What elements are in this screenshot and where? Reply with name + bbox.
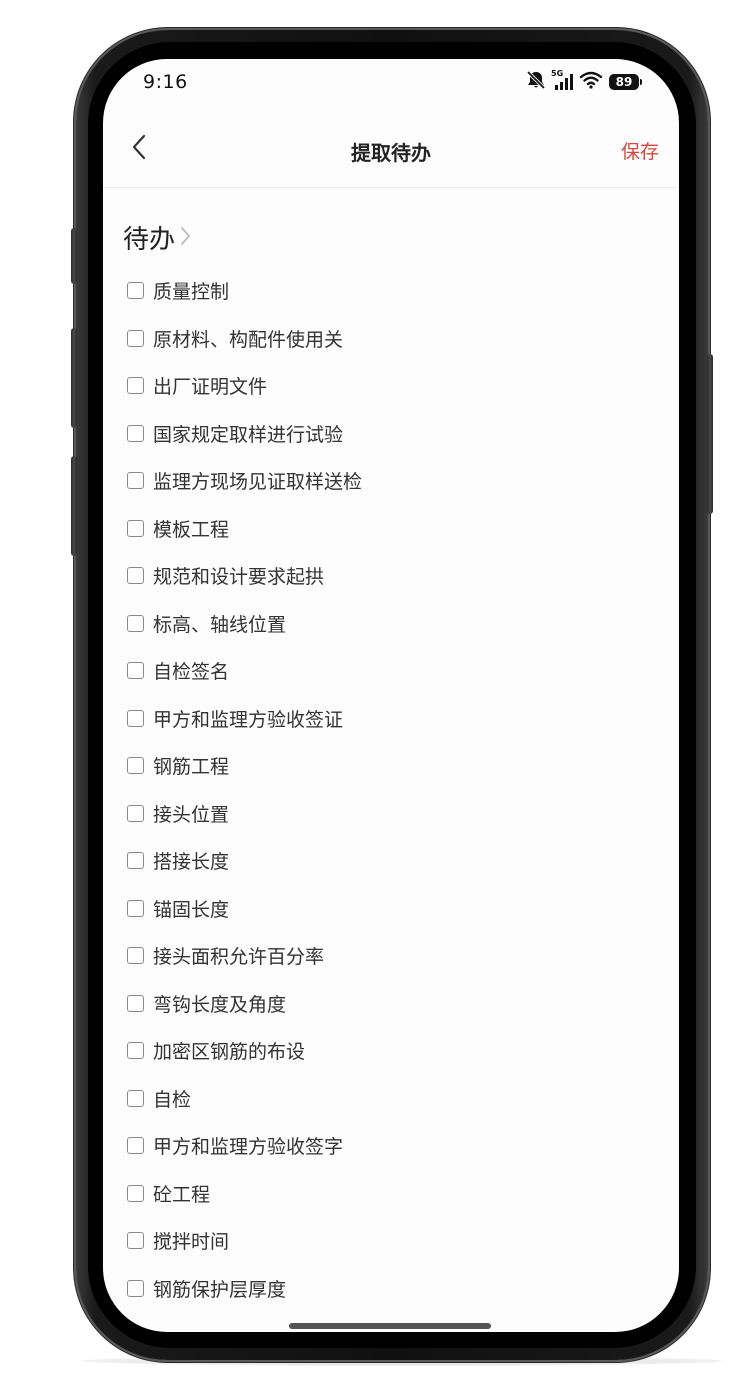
checkbox[interactable] [127, 1042, 144, 1060]
todo-label: 标高、轴线位置 [153, 613, 287, 636]
todo-label: 质量控制 [153, 281, 230, 304]
todo-label: 国家规定取样进行试验 [153, 423, 344, 446]
power-button [707, 354, 713, 514]
checkbox[interactable] [127, 1232, 144, 1250]
todo-label: 规范和设计要求起拱 [153, 566, 325, 589]
checkbox[interactable] [127, 329, 144, 347]
todo-label: 出厂证明文件 [153, 376, 268, 399]
battery-level: 89 [615, 75, 633, 89]
list-item[interactable]: 接头位置 [127, 790, 647, 838]
todo-label: 甲方和监理方验收签字 [153, 1136, 344, 1159]
checkbox[interactable] [127, 377, 144, 395]
device-mockup: 9:16 5G 89 提取待办 保存 待办 质量控制 原材料、构配件使用关 出厂… [0, 0, 754, 1383]
list-item[interactable]: 接头面积允许百分率 [127, 932, 647, 980]
checkbox[interactable] [127, 614, 144, 632]
checkbox[interactable] [127, 709, 144, 727]
checkbox[interactable] [127, 1137, 144, 1155]
list-item[interactable]: 弯钩长度及角度 [127, 980, 647, 1028]
list-item[interactable]: 自检签名 [127, 647, 647, 695]
todo-label: 自检 [153, 1088, 192, 1111]
volume-up-button [71, 328, 77, 428]
list-item[interactable]: 钢筋保护层厚度 [127, 1265, 647, 1313]
todo-label: 钢筋保护层厚度 [153, 1278, 287, 1301]
list-item[interactable]: 质量控制 [127, 267, 647, 315]
checkbox[interactable] [127, 472, 144, 490]
home-indicator[interactable] [289, 1323, 491, 1329]
list-item[interactable]: 锚固长度 [127, 885, 647, 933]
list-item[interactable]: 出厂证明文件 [127, 362, 647, 410]
list-item[interactable]: 原材料、构配件使用关 [127, 315, 647, 363]
todo-label: 砼工程 [153, 1183, 211, 1206]
save-button[interactable]: 保存 [621, 137, 659, 164]
todo-label: 搅拌时间 [153, 1231, 230, 1254]
list-item[interactable]: 标高、轴线位置 [127, 600, 647, 648]
nav-bar: 提取待办 保存 [103, 119, 679, 188]
todo-label: 接头面积允许百分率 [153, 946, 325, 969]
todo-label: 接头位置 [153, 803, 230, 826]
section-title: 待办 [123, 225, 176, 255]
wifi-icon [579, 70, 603, 94]
list-item[interactable]: 规范和设计要求起拱 [127, 552, 647, 600]
list-item[interactable]: 搅拌时间 [127, 1217, 647, 1265]
todo-label: 加密区钢筋的布设 [153, 1041, 306, 1064]
todo-list: 质量控制 原材料、构配件使用关 出厂证明文件 国家规定取样进行试验 监理方现场见… [127, 267, 647, 1312]
checkbox[interactable] [127, 662, 144, 680]
todo-label: 监理方现场见证取样送检 [153, 471, 363, 494]
checkbox[interactable] [127, 1184, 144, 1202]
app-screen: 9:16 5G 89 提取待办 保存 待办 质量控制 原材料、构配件使用关 出厂… [103, 59, 679, 1332]
list-item[interactable]: 甲方和监理方验收签证 [127, 695, 647, 743]
todo-label: 搭接长度 [153, 851, 230, 874]
list-item[interactable]: 国家规定取样进行试验 [127, 410, 647, 458]
list-item[interactable]: 模板工程 [127, 505, 647, 553]
checkbox[interactable] [127, 1279, 144, 1297]
todo-label: 弯钩长度及角度 [153, 993, 287, 1016]
status-bar: 9:16 5G 89 [103, 59, 679, 107]
page-title: 提取待办 [351, 141, 431, 165]
list-item[interactable]: 自检 [127, 1075, 647, 1123]
checkbox[interactable] [127, 994, 144, 1012]
list-item[interactable]: 加密区钢筋的布设 [127, 1027, 647, 1075]
cellular-signal-icon: 5G [551, 69, 575, 92]
list-item[interactable]: 钢筋工程 [127, 742, 647, 790]
checkbox[interactable] [127, 567, 144, 585]
list-item[interactable]: 甲方和监理方验收签字 [127, 1122, 647, 1170]
checkbox[interactable] [127, 519, 144, 537]
todo-label: 甲方和监理方验收签证 [153, 708, 344, 731]
checkbox[interactable] [127, 804, 144, 822]
status-icons: 5G 89 [525, 69, 642, 94]
todo-label: 自检签名 [153, 661, 230, 684]
section-header[interactable]: 待办 [123, 219, 191, 256]
volume-down-button [71, 456, 77, 556]
battery-icon: 89 [609, 74, 642, 90]
todo-label: 锚固长度 [153, 898, 230, 921]
chevron-right-icon [179, 225, 191, 251]
checkbox[interactable] [127, 424, 144, 442]
todo-label: 模板工程 [153, 518, 230, 541]
muted-bell-icon [525, 70, 547, 94]
action-button [71, 228, 77, 284]
checkbox[interactable] [127, 899, 144, 917]
todo-label: 原材料、构配件使用关 [153, 328, 344, 351]
checkbox[interactable] [127, 757, 144, 775]
checkbox[interactable] [127, 947, 144, 965]
checkbox[interactable] [127, 852, 144, 870]
todo-label: 钢筋工程 [153, 756, 230, 779]
list-item[interactable]: 砼工程 [127, 1170, 647, 1218]
list-item[interactable]: 搭接长度 [127, 837, 647, 885]
list-item[interactable]: 监理方现场见证取样送检 [127, 457, 647, 505]
checkbox[interactable] [127, 282, 144, 300]
checkbox[interactable] [127, 1089, 144, 1107]
status-time: 9:16 [143, 71, 188, 93]
